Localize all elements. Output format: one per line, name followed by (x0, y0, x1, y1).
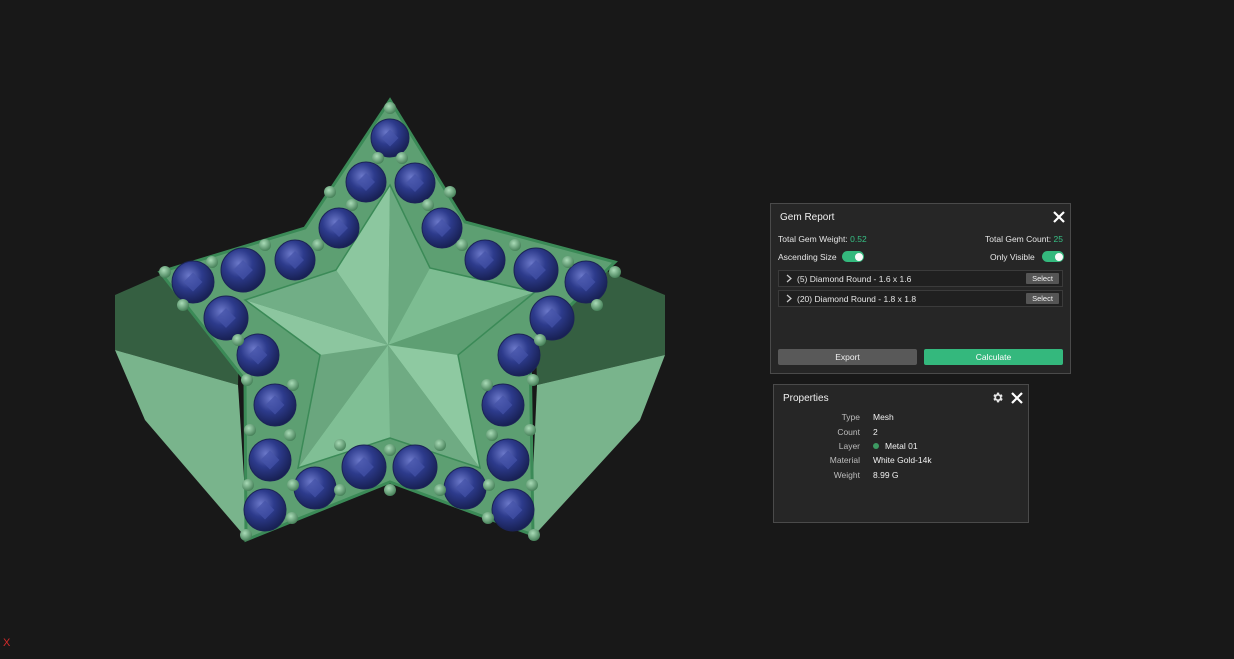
prong (527, 374, 539, 386)
prong (456, 239, 468, 251)
export-button[interactable]: Export (778, 349, 917, 365)
layer-name: Metal 01 (885, 441, 918, 451)
prong (242, 479, 254, 491)
property-row: Material White Gold-14k (774, 455, 1030, 469)
total-gem-count-value: 25 (1053, 234, 1063, 244)
prong (240, 529, 252, 541)
prong (241, 374, 253, 386)
prong (372, 152, 384, 164)
prong (609, 266, 621, 278)
prong (384, 102, 396, 114)
gem-row-label: (5) Diamond Round - 1.6 x 1.6 (797, 274, 912, 284)
prong (206, 256, 218, 268)
calculate-button[interactable]: Calculate (924, 349, 1063, 365)
ascending-size-toggle[interactable] (842, 251, 864, 262)
prong (483, 479, 495, 491)
prong (346, 199, 358, 211)
select-button[interactable]: Select (1026, 273, 1059, 284)
gear-icon[interactable] (991, 391, 1004, 404)
prong (287, 479, 299, 491)
property-key: Material (829, 455, 860, 465)
property-key: Layer (838, 441, 860, 451)
property-row: Type Mesh (774, 412, 1030, 426)
gem-row-label: (20) Diamond Round - 1.8 x 1.8 (797, 294, 917, 304)
properties-title: Properties (783, 393, 829, 404)
chevron-right-icon[interactable] (785, 294, 793, 303)
prong (287, 379, 299, 391)
total-gem-count-label: Total Gem Count: (985, 234, 1052, 244)
property-value: 8.99 G (873, 470, 899, 480)
only-visible-toggle[interactable] (1042, 251, 1064, 262)
prong (444, 186, 456, 198)
select-button[interactable]: Select (1026, 293, 1059, 304)
property-value: Mesh (873, 412, 894, 422)
prong (534, 334, 546, 346)
prong (481, 379, 493, 391)
prong (177, 299, 189, 311)
prong (312, 239, 324, 251)
prong (396, 152, 408, 164)
property-row: Count 2 (774, 427, 1030, 441)
prong (159, 266, 171, 278)
prong (384, 484, 396, 496)
gem-report-panel: Gem Report Total Gem Weight: 0.52 Total … (770, 203, 1071, 374)
total-gem-weight-value: 0.52 (850, 234, 867, 244)
chevron-right-icon[interactable] (785, 274, 793, 283)
prong (434, 439, 446, 451)
gem-row[interactable]: (5) Diamond Round - 1.6 x 1.6 Select (778, 270, 1063, 287)
property-key: Count (837, 427, 860, 437)
prong (244, 424, 256, 436)
axis-x-label: X (3, 637, 11, 649)
prong (526, 479, 538, 491)
ascending-size-label: Ascending Size (778, 252, 837, 262)
prong (591, 299, 603, 311)
property-value: Metal 01 (873, 441, 918, 451)
total-gem-weight: Total Gem Weight: 0.52 (778, 234, 867, 244)
prong (334, 484, 346, 496)
property-value: White Gold-14k (873, 455, 932, 465)
close-icon[interactable] (1052, 210, 1066, 224)
property-value: 2 (873, 427, 878, 437)
total-gem-weight-label: Total Gem Weight: (778, 234, 848, 244)
prong (384, 444, 396, 456)
prong (562, 256, 574, 268)
prong (286, 512, 298, 524)
prong (284, 429, 296, 441)
property-row: Layer Metal 01 (774, 441, 1030, 455)
prong (434, 484, 446, 496)
prong (334, 439, 346, 451)
prong (324, 186, 336, 198)
gem-row[interactable]: (20) Diamond Round - 1.8 x 1.8 Select (778, 290, 1063, 307)
prong (232, 334, 244, 346)
gem-report-title: Gem Report (780, 212, 835, 223)
prong (482, 512, 494, 524)
property-key: Type (841, 412, 860, 422)
ring-shank-right-lower (530, 355, 665, 540)
ring-model[interactable] (115, 97, 665, 543)
total-gem-count: Total Gem Count: 25 (985, 234, 1063, 244)
close-icon[interactable] (1010, 391, 1024, 405)
prong (486, 429, 498, 441)
properties-panel: Properties Type Mesh Count 2 Layer Metal… (773, 384, 1029, 523)
property-key: Weight (833, 470, 860, 480)
prong (259, 239, 271, 251)
layer-color-swatch (873, 442, 879, 449)
prong (422, 199, 434, 211)
only-visible-label: Only Visible (990, 252, 1035, 262)
property-row: Weight 8.99 G (774, 470, 1030, 484)
prong (509, 239, 521, 251)
prong (524, 424, 536, 436)
prong (528, 529, 540, 541)
